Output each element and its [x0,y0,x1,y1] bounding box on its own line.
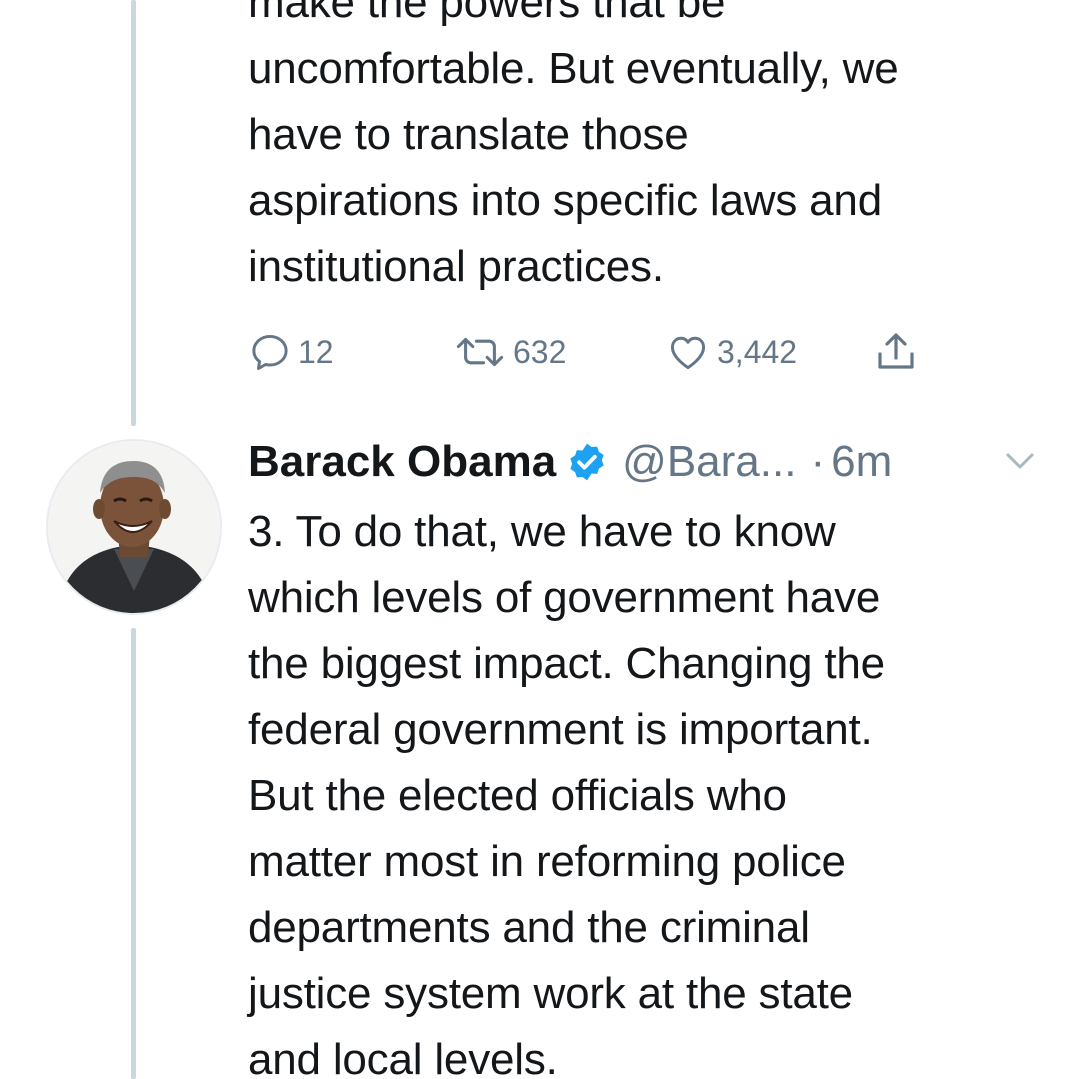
tweet-text-line: justice system work at the state [248,969,853,1018]
tweet-text-line: 3. To do that, we have to know [248,507,836,556]
share-icon [872,328,920,376]
tweet-text-line: federal government is important. [248,705,873,754]
retweet-count: 632 [513,333,567,370]
tweet-text-line: and local levels. [248,1035,558,1079]
author-handle[interactable]: @Bara... [622,437,796,487]
retweet-icon [453,330,507,374]
verified-badge-icon [566,441,608,483]
like-count: 3,442 [717,333,798,370]
reply-button[interactable]: 12 [248,326,334,378]
tweet-text-line: matter most in reforming police [248,837,846,886]
share-button[interactable] [872,326,920,378]
tweet-text-line: make the powers that be [248,0,726,27]
heart-icon [665,330,711,374]
chevron-down-icon [1002,453,1038,479]
tweet-text-line: the biggest impact. Changing the [248,639,885,688]
tweet-timestamp[interactable]: 6m [831,437,892,487]
profile-photo [48,441,220,613]
thread-connector-bottom [131,628,136,1079]
tweet-text-line: But the elected officials who [248,771,787,820]
avatar[interactable] [48,441,220,613]
tweet-text-line: have to translate those [248,110,689,159]
tweet-text-line: departments and the criminal [248,903,810,952]
tweet-text: 3. To do that, we have to know which lev… [248,499,1048,1079]
tweet-text-line: aspirations into specific laws and [248,176,882,225]
reply-icon [248,330,292,374]
tweet-text-line: institutional practices. [248,242,664,291]
tweet-text-line: uncomfortable. But eventually, we [248,44,899,93]
previous-tweet-text: make the powers that be uncomfortable. B… [248,0,1048,300]
tweet-action-bar: 12 632 3,442 [248,326,948,378]
tweet-header: Barack Obama @Bara... · 6m [248,432,1048,492]
thread-connector-top [131,0,136,426]
reply-count: 12 [298,333,334,370]
like-button[interactable]: 3,442 [665,326,797,378]
separator-dot: · [810,437,826,486]
author-name[interactable]: Barack Obama [248,437,556,487]
tweet-menu-button[interactable] [1002,447,1038,475]
tweet-text-line: which levels of government have [248,573,881,622]
retweet-button[interactable]: 632 [453,326,566,378]
